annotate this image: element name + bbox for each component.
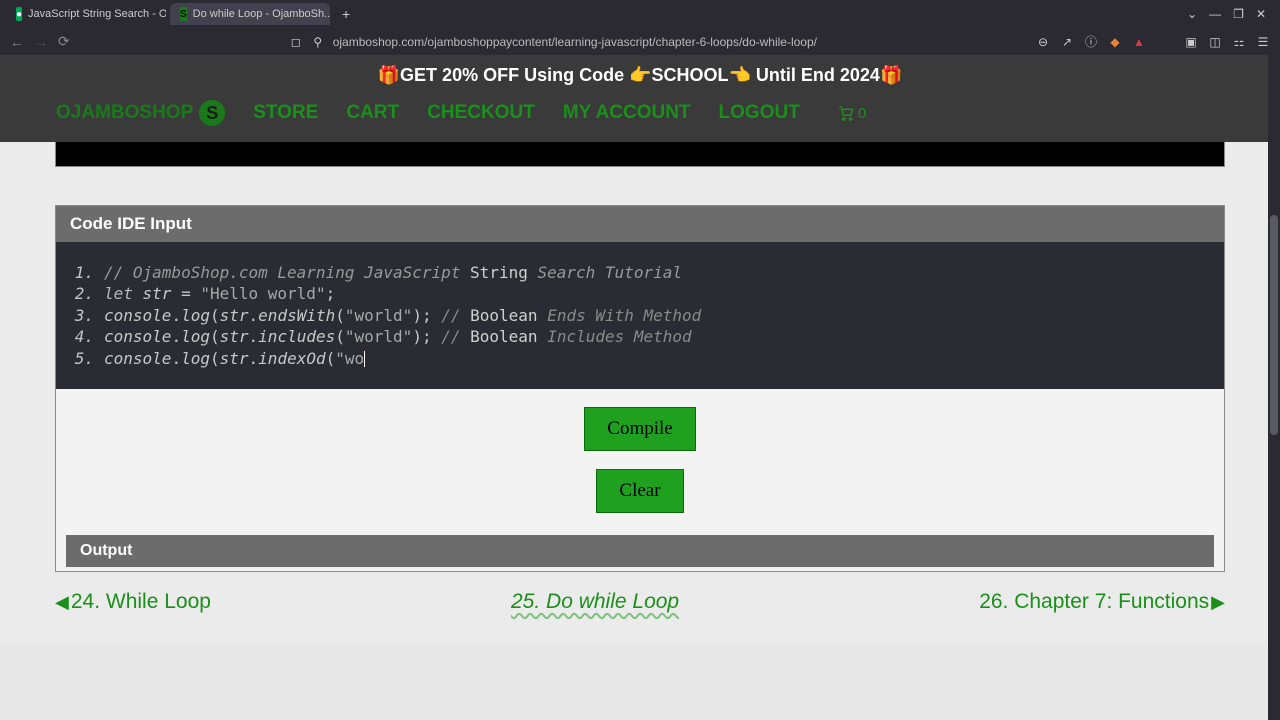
promo-code: 👉SCHOOL👈: [629, 65, 751, 85]
pager-next[interactable]: 26. Chapter 7: Functions▶: [979, 590, 1225, 614]
pager-next-label: 26. Chapter 7: Functions: [979, 590, 1209, 614]
output-body: [56, 567, 1224, 571]
tab-active[interactable]: S Do while Loop - OjamboSh... ×: [170, 3, 330, 25]
brand[interactable]: OJAMBOSHOP S: [56, 100, 225, 126]
menu-icon[interactable]: ☰: [1256, 35, 1270, 49]
close-window-icon[interactable]: ✕: [1256, 7, 1266, 21]
chevron-down-icon[interactable]: ⌄: [1187, 7, 1197, 21]
url-text[interactable]: ojamboshop.com/ojamboshoppaycontent/lear…: [333, 35, 817, 49]
bookmark-icon[interactable]: ◻: [289, 35, 303, 49]
compile-button[interactable]: Compile: [584, 407, 695, 451]
page: 🎁GET 20% OFF Using Code 👉SCHOOL👈 Until E…: [0, 55, 1280, 644]
maximize-icon[interactable]: ❐: [1233, 7, 1244, 21]
pager-prev[interactable]: ◀24. While Loop: [55, 590, 211, 614]
promo-banner: 🎁GET 20% OFF Using Code 👉SCHOOL👈 Until E…: [0, 55, 1280, 92]
scrollbar[interactable]: [1268, 55, 1280, 720]
cart-count: 0: [858, 105, 866, 122]
panel-icon[interactable]: ▣: [1184, 35, 1198, 49]
cart-icon[interactable]: 0: [836, 104, 866, 122]
share-icon[interactable]: ↗: [1060, 35, 1074, 49]
tab-title: JavaScript String Search - Ojam...: [28, 8, 166, 20]
lock-icon: ⚲: [311, 35, 325, 49]
reload-icon[interactable]: ⟳: [58, 33, 70, 50]
new-tab-button[interactable]: +: [334, 4, 358, 24]
forward-icon[interactable]: →: [34, 34, 48, 50]
zoom-icon[interactable]: ⊖: [1036, 35, 1050, 49]
favicon-icon: S: [180, 7, 187, 21]
shield-icon[interactable]: ◆: [1108, 35, 1122, 49]
pager-prev-label: 24. While Loop: [71, 590, 211, 614]
tab-title: Do while Loop - OjamboSh...: [193, 8, 330, 20]
ext-icon[interactable]: ▲: [1132, 35, 1146, 49]
clear-button[interactable]: Clear: [596, 469, 683, 513]
promo-text-right: Until End 2024🎁: [751, 65, 902, 85]
nav-cart[interactable]: CART: [346, 102, 399, 124]
rss-icon[interactable]: ⓘ: [1084, 35, 1098, 49]
pager-current[interactable]: 25. Do while Loop: [511, 590, 679, 614]
triangle-left-icon: ◀: [55, 592, 69, 613]
promo-text: 🎁GET 20% OFF Using Code: [378, 65, 629, 85]
code-editor[interactable]: 1.// OjamboShop.com Learning JavaScript …: [56, 242, 1224, 389]
sidebar-icon[interactable]: ◫: [1208, 35, 1222, 49]
code-ide-header: Code IDE Input: [56, 206, 1224, 242]
minimize-icon[interactable]: —: [1209, 7, 1221, 21]
nav-store[interactable]: STORE: [253, 102, 318, 124]
tab-inactive[interactable]: ● JavaScript String Search - Ojam...: [6, 3, 166, 25]
back-icon[interactable]: ←: [10, 34, 24, 50]
output-header: Output: [66, 535, 1214, 567]
nav-account[interactable]: MY ACCOUNT: [563, 102, 691, 124]
brand-text: OJAMBOSHOP: [56, 102, 193, 124]
tab-bar: ● JavaScript String Search - Ojam... S D…: [0, 0, 1280, 28]
nav-checkout[interactable]: CHECKOUT: [427, 102, 535, 124]
main-nav: OJAMBOSHOP S STORE CART CHECKOUT MY ACCO…: [0, 92, 1280, 142]
triangle-right-icon: ▶: [1211, 592, 1225, 613]
lesson-pager: ◀24. While Loop 25. Do while Loop 26. Ch…: [55, 572, 1225, 624]
address-bar: ← → ⟳ ◻ ⚲ ojamboshop.com/ojamboshoppayco…: [0, 28, 1280, 55]
scrollbar-thumb[interactable]: [1270, 215, 1278, 435]
browser-chrome: ● JavaScript String Search - Ojam... S D…: [0, 0, 1280, 55]
brand-logo-icon: S: [199, 100, 225, 126]
nav-logout[interactable]: LOGOUT: [719, 102, 800, 124]
window-controls: ⌄ — ❐ ✕: [1187, 7, 1274, 21]
extensions-icon[interactable]: ⚏: [1232, 35, 1246, 49]
favicon-icon: ●: [16, 7, 22, 21]
code-ide-panel: Code IDE Input 1.// OjamboShop.com Learn…: [55, 205, 1225, 572]
video-placeholder: [55, 142, 1225, 167]
